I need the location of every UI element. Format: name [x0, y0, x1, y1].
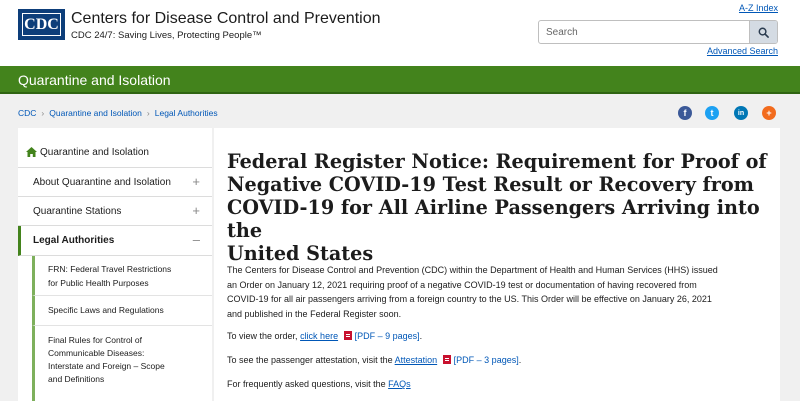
- nav-stations[interactable]: Quarantine Stations +: [18, 197, 212, 226]
- search-box: [538, 20, 778, 44]
- breadcrumb-cdc[interactable]: CDC: [18, 108, 36, 118]
- chevron-right-icon: ›: [41, 108, 45, 118]
- section-title[interactable]: Quarantine and Isolation: [18, 72, 171, 88]
- nav-home[interactable]: Quarantine and Isolation: [18, 128, 212, 168]
- nav-sub-frn-line1: FRN: Federal Travel Restrictions: [48, 264, 172, 274]
- attestation-line: To see the passenger attestation, visit …: [227, 355, 521, 365]
- breadcrumb: CDC › Quarantine and Isolation › Legal Autho…: [18, 108, 218, 118]
- nav-home-label: Quarantine and Isolation: [40, 147, 149, 158]
- order-pdf-label[interactable]: [PDF – 9 pages]: [355, 331, 420, 341]
- section-bar: Quarantine and Isolation: [0, 66, 800, 94]
- main-content: Federal Register Notice: Requirement for…: [214, 128, 780, 401]
- intro-paragraph: The Centers for Disease Control and Prev…: [227, 263, 772, 321]
- attestation-suffix: .: [518, 355, 522, 365]
- page-title-line4: United States: [227, 242, 374, 265]
- nav-about-label: About Quarantine and Isolation: [33, 177, 171, 188]
- left-nav: Quarantine and Isolation About Quarantin…: [18, 128, 212, 401]
- order-link[interactable]: click here: [300, 331, 338, 341]
- attestation-prefix: To see the passenger attestation, visit …: [227, 355, 393, 365]
- az-index-link[interactable]: A-Z Index: [739, 3, 778, 13]
- chevron-right-icon: ›: [146, 108, 150, 118]
- intro-line3: COVID-19 for all air passengers arriving…: [227, 294, 712, 304]
- twitter-glyph: t: [710, 108, 714, 118]
- org-name[interactable]: Centers for Disease Control and Preventi…: [71, 10, 381, 28]
- faq-link[interactable]: FAQs: [388, 379, 411, 389]
- order-suffix: .: [419, 331, 423, 341]
- facebook-glyph: f: [683, 108, 687, 118]
- cdc-logo-inner: CDC: [22, 13, 61, 36]
- page-title-line1: Federal Register Notice: Requirement for…: [227, 150, 767, 173]
- nav-sub-rules-line1: Final Rules for Control of: [48, 335, 143, 345]
- nav-sub-laws[interactable]: Specific Laws and Regulations: [32, 296, 212, 326]
- attestation-pdf-label[interactable]: [PDF – 3 pages]: [454, 355, 519, 365]
- breadcrumb-quarantine[interactable]: Quarantine and Isolation: [49, 108, 142, 118]
- search-icon: [758, 27, 769, 38]
- org-tagline: CDC 24/7: Saving Lives, Protecting Peopl…: [71, 30, 262, 41]
- nav-sub-laws-label: Specific Laws and Regulations: [48, 305, 164, 315]
- page-title: Federal Register Notice: Requirement for…: [227, 150, 772, 265]
- nav-sub-rules-line2: Communicable Diseases:: [48, 348, 145, 358]
- intro-line4: and published in the Federal Register so…: [227, 308, 402, 319]
- home-icon: [26, 147, 37, 157]
- pdf-icon: [343, 331, 352, 340]
- pdf-icon: [442, 355, 451, 364]
- syndicate-icon[interactable]: +: [762, 106, 776, 120]
- nav-sub-rules[interactable]: Final Rules for Control of Communicable …: [32, 326, 212, 401]
- facebook-icon[interactable]: f: [678, 106, 692, 120]
- plus-icon[interactable]: +: [192, 203, 200, 218]
- nav-sub-frn-line2: for Public Health Purposes: [48, 278, 149, 288]
- nav-sub-rules-line3: Interstate and Foreign – Scope: [48, 361, 165, 371]
- page-title-line3: COVID-19 for All Airline Passengers Arri…: [227, 196, 760, 242]
- nav-legal-label: Legal Authorities: [33, 235, 115, 246]
- faq-line: For frequently asked questions, visit th…: [227, 379, 411, 389]
- breadcrumb-legal[interactable]: Legal Authorities: [155, 108, 218, 118]
- faq-prefix: For frequently asked questions, visit th…: [227, 379, 386, 389]
- nav-stations-label: Quarantine Stations: [33, 206, 122, 217]
- nav-about[interactable]: About Quarantine and Isolation +: [18, 168, 212, 197]
- order-line: To view the order, click here [PDF – 9 p…: [227, 331, 422, 341]
- nav-sub-frn[interactable]: FRN: Federal Travel Restrictions for Pub…: [32, 256, 212, 296]
- nav-legal[interactable]: Legal Authorities –: [18, 226, 212, 256]
- cdc-logo-text: CDC: [24, 15, 59, 33]
- search-input[interactable]: [539, 21, 749, 43]
- advanced-search-link[interactable]: Advanced Search: [707, 46, 778, 56]
- syndicate-glyph: +: [766, 108, 772, 118]
- intro-line2: an Order on January 12, 2021 requiring p…: [227, 279, 697, 290]
- search-button[interactable]: [749, 21, 777, 43]
- intro-line1: The Centers for Disease Control and Prev…: [227, 265, 718, 275]
- cdc-logo[interactable]: CDC: [18, 9, 65, 40]
- minus-icon[interactable]: –: [193, 232, 200, 247]
- twitter-icon[interactable]: t: [705, 106, 719, 120]
- linkedin-icon[interactable]: in: [734, 106, 748, 120]
- order-prefix: To view the order,: [227, 331, 298, 341]
- attestation-link[interactable]: Attestation: [395, 355, 438, 365]
- nav-sub-rules-line4: and Definitions: [48, 374, 105, 384]
- page-title-line2: Negative COVID-19 Test Result or Recover…: [227, 173, 754, 196]
- plus-icon[interactable]: +: [192, 174, 200, 189]
- site-header: CDC Centers for Disease Control and Prev…: [0, 0, 800, 66]
- linkedin-glyph: in: [737, 109, 745, 117]
